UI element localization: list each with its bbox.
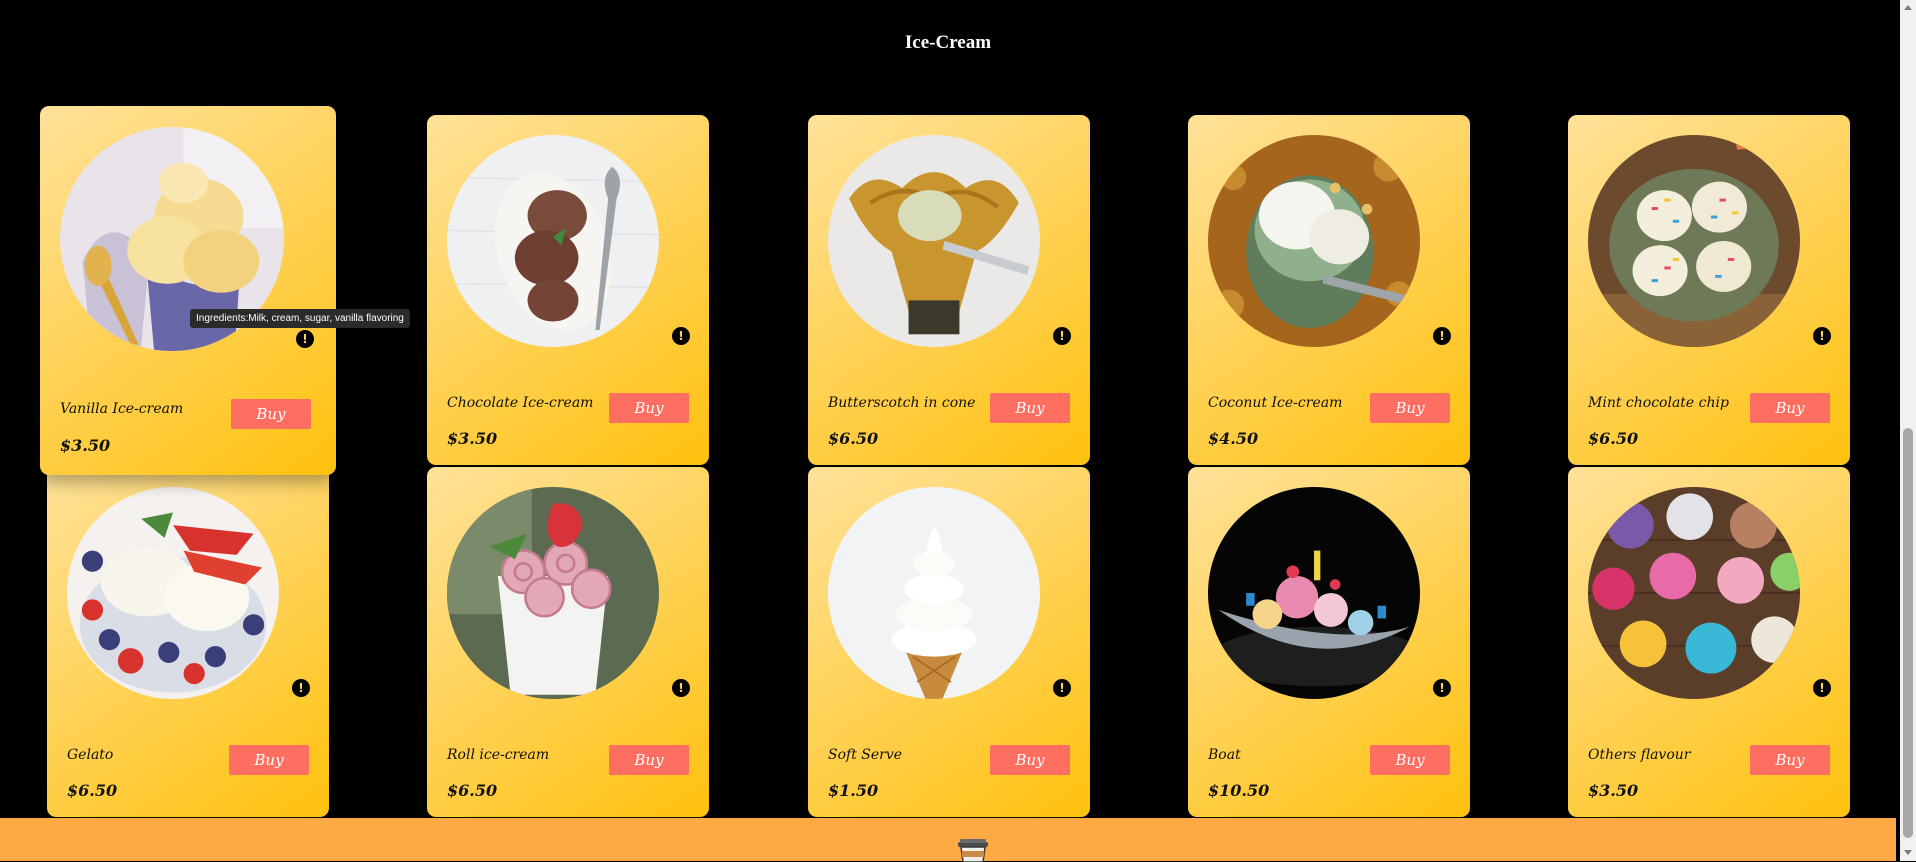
buy-button[interactable]: Buy (990, 745, 1070, 775)
info-icon[interactable]: ! (1053, 679, 1071, 697)
info-icon[interactable]: ! (672, 679, 690, 697)
product-price: $1.50 (828, 781, 879, 800)
product-price: $6.50 (67, 781, 118, 800)
product-card-coconut[interactable]: ! Coconut Ice-cream Buy $4.50 (1188, 115, 1470, 465)
product-name: Vanilla Ice-cream (60, 401, 184, 417)
product-card-chocolate[interactable]: ! Chocolate Ice-cream Buy $3.50 (427, 115, 709, 465)
product-card-boat[interactable]: ! Boat Buy $10.50 (1188, 467, 1470, 817)
product-price: $6.50 (1588, 429, 1639, 448)
product-name: Roll ice-cream (447, 747, 550, 763)
buy-button[interactable]: Buy (1370, 393, 1450, 423)
product-price: $4.50 (1208, 429, 1259, 448)
info-icon[interactable]: ! (292, 679, 310, 697)
coffee-cup-icon (958, 839, 988, 862)
info-icon[interactable]: ! (1433, 327, 1451, 345)
buy-button[interactable]: Buy (609, 393, 689, 423)
buy-button[interactable]: Buy (990, 393, 1070, 423)
info-icon[interactable]: ! (1813, 327, 1831, 345)
buy-button[interactable]: Buy (231, 399, 311, 429)
product-name: Mint chocolate chip (1588, 395, 1729, 411)
product-price: $6.50 (828, 429, 879, 448)
product-name: Coconut Ice-cream (1208, 395, 1343, 411)
info-icon[interactable]: ! (1053, 327, 1071, 345)
buy-button[interactable]: Buy (609, 745, 689, 775)
product-name: Butterscotch in cone (828, 395, 976, 411)
product-name: Boat (1208, 747, 1241, 763)
product-name: Chocolate Ice-cream (447, 395, 594, 411)
product-name: Soft Serve (828, 747, 903, 763)
info-icon[interactable]: ! (296, 330, 314, 348)
product-price: $3.50 (1588, 781, 1639, 800)
gelato-image (67, 487, 279, 699)
vertical-scrollbar[interactable] (1900, 0, 1916, 861)
product-price: $6.50 (447, 781, 498, 800)
boat-image (1208, 487, 1420, 699)
footer (0, 818, 1896, 862)
scroll-down-arrow-icon[interactable] (1904, 850, 1912, 855)
product-card-mint[interactable]: ! Mint chocolate chip Buy $6.50 (1568, 115, 1850, 465)
product-card-soft-serve[interactable]: ! Soft Serve Buy $1.50 (808, 467, 1090, 817)
buy-button[interactable]: Buy (1750, 745, 1830, 775)
mint-chocolate-chip-image (1588, 135, 1800, 347)
product-card-roll[interactable]: ! Roll ice-cream Buy $6.50 (427, 467, 709, 817)
coconut-ice-cream-image (1208, 135, 1420, 347)
product-price: $3.50 (60, 436, 111, 455)
roll-ice-cream-image (447, 487, 659, 699)
ingredients-tooltip: Ingredients:Milk, cream, sugar, vanilla … (190, 309, 410, 328)
product-card-butterscotch[interactable]: ! Butterscotch in cone Buy $6.50 (808, 115, 1090, 465)
info-icon[interactable]: ! (1813, 679, 1831, 697)
scroll-up-arrow-icon[interactable] (1904, 5, 1912, 10)
scroll-thumb[interactable] (1903, 428, 1913, 838)
product-name: Gelato (67, 747, 114, 763)
buy-button[interactable]: Buy (1750, 393, 1830, 423)
product-price: $10.50 (1208, 781, 1270, 800)
page-title: Ice-Cream (904, 32, 992, 53)
soft-serve-image (828, 487, 1040, 699)
buy-button[interactable]: Buy (1370, 745, 1450, 775)
product-card-vanilla[interactable]: ! Vanilla Ice-cream Buy $3.50 (40, 106, 336, 475)
product-name: Others flavour (1588, 747, 1691, 763)
info-icon[interactable]: ! (1433, 679, 1451, 697)
product-card-gelato[interactable]: ! Gelato Buy $6.50 (47, 467, 329, 817)
others-flavour-image (1588, 487, 1800, 699)
butterscotch-cone-image (828, 135, 1040, 347)
info-icon[interactable]: ! (672, 327, 690, 345)
chocolate-ice-cream-image (447, 135, 659, 347)
product-price: $3.50 (447, 429, 498, 448)
buy-button[interactable]: Buy (229, 745, 309, 775)
product-card-others[interactable]: ! Others flavour Buy $3.50 (1568, 467, 1850, 817)
